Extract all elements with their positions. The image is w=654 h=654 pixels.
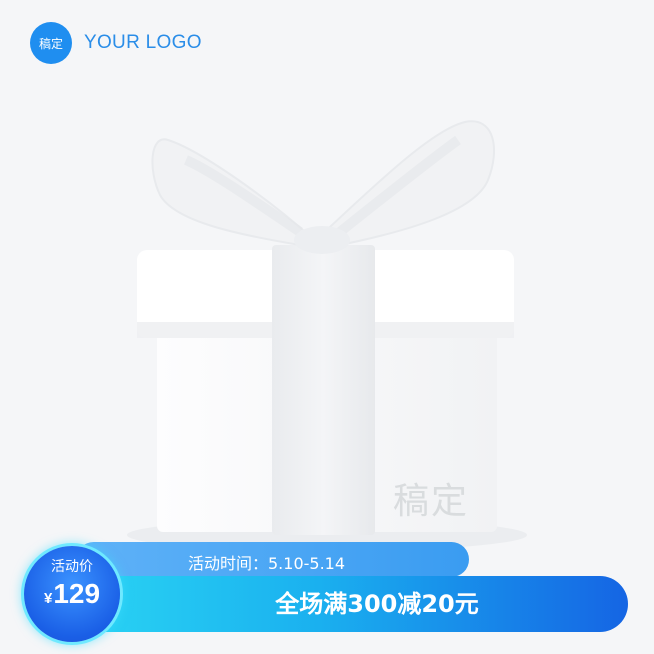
- price-number: 129: [53, 578, 101, 609]
- product-canvas: 稿定 稿定 YOUR LOGO 活动时间：5.10-5.14 全场满300减20…: [0, 0, 654, 654]
- price-currency: ¥: [43, 590, 53, 607]
- activity-time-text: 活动时间：5.10-5.14: [188, 554, 346, 573]
- logo-text: YOUR LOGO: [84, 32, 202, 53]
- brand-logo: 稿定 YOUR LOGO: [30, 22, 202, 64]
- price-value: ¥129: [24, 578, 120, 610]
- headline-text: 全场满300减20元: [275, 590, 479, 618]
- price-label: 活动价: [51, 559, 93, 575]
- logo-badge: 稿定: [30, 22, 72, 64]
- watermark-text: 稿定: [393, 481, 470, 522]
